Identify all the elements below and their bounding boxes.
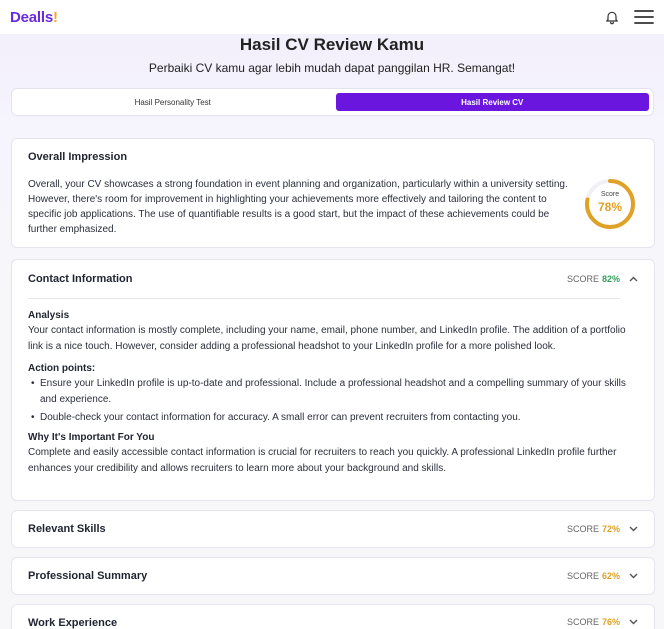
work-experience-score: SCORE 76% bbox=[567, 617, 638, 627]
professional-summary-card[interactable]: Professional Summary SCORE 62% bbox=[11, 557, 655, 595]
professional-summary-title: Professional Summary bbox=[28, 570, 148, 582]
work-experience-title: Work Experience bbox=[28, 617, 118, 629]
contact-score: SCORE 82% bbox=[567, 274, 638, 284]
professional-summary-score: SCORE 62% bbox=[567, 571, 638, 581]
contact-information-title: Contact Information bbox=[28, 273, 133, 285]
page-subtitle: Perbaiki CV kamu agar lebih mudah dapat … bbox=[148, 61, 516, 75]
chevron-up-icon[interactable] bbox=[629, 274, 638, 284]
score-label: Score bbox=[600, 191, 620, 198]
chevron-down-icon[interactable] bbox=[629, 571, 638, 581]
relevant-skills-score: SCORE 72% bbox=[567, 524, 638, 534]
overall-impression-title: Overall Impression bbox=[28, 151, 128, 163]
overall-impression-card: Overall Impression Overall, your CV show… bbox=[11, 138, 655, 248]
work-experience-card[interactable]: Work Experience SCORE 76% bbox=[11, 604, 655, 629]
tab-review-cv[interactable]: Hasil Review CV bbox=[335, 93, 649, 111]
hamburger-menu-icon[interactable] bbox=[634, 9, 654, 25]
action-point: Ensure your LinkedIn profile is up-to-da… bbox=[28, 376, 638, 408]
relevant-skills-card[interactable]: Relevant Skills SCORE 72% bbox=[11, 510, 655, 548]
action-point: Double-check your contact information fo… bbox=[28, 410, 638, 426]
overall-score-gauge: Score 78% bbox=[584, 178, 636, 230]
relevant-skills-title: Relevant Skills bbox=[28, 523, 106, 535]
action-points-title: Action points: bbox=[28, 363, 96, 374]
analysis-text: Your contact information is mostly compl… bbox=[28, 325, 626, 352]
why-important-text: Complete and easily accessible contact i… bbox=[28, 447, 617, 474]
contact-score-value: 82% bbox=[601, 274, 620, 284]
bell-icon[interactable] bbox=[604, 9, 620, 25]
chevron-down-icon[interactable] bbox=[629, 524, 638, 534]
page-title: Hasil CV Review Kamu bbox=[239, 35, 425, 54]
why-important-title: Why It's Important For You bbox=[28, 432, 155, 443]
overall-impression-text: Overall, your CV showcases a strong foun… bbox=[28, 179, 568, 235]
top-navbar: Dealls! bbox=[0, 0, 664, 34]
analysis-title: Analysis bbox=[28, 310, 70, 321]
result-tabs: Hasil Personality Test Hasil Review CV bbox=[11, 88, 654, 116]
tab-personality-test[interactable]: Hasil Personality Test bbox=[16, 93, 330, 111]
contact-information-card: Contact Information SCORE 82% Analysis Y… bbox=[11, 259, 655, 501]
contact-information-header[interactable]: Contact Information SCORE 82% bbox=[28, 260, 638, 298]
top-icons bbox=[604, 9, 654, 25]
score-value: 78% bbox=[597, 200, 623, 214]
action-points-list: Ensure your LinkedIn profile is up-to-da… bbox=[28, 376, 638, 426]
dealls-logo[interactable]: Dealls! bbox=[10, 9, 58, 26]
divider bbox=[28, 298, 620, 299]
chevron-down-icon[interactable] bbox=[629, 617, 638, 627]
